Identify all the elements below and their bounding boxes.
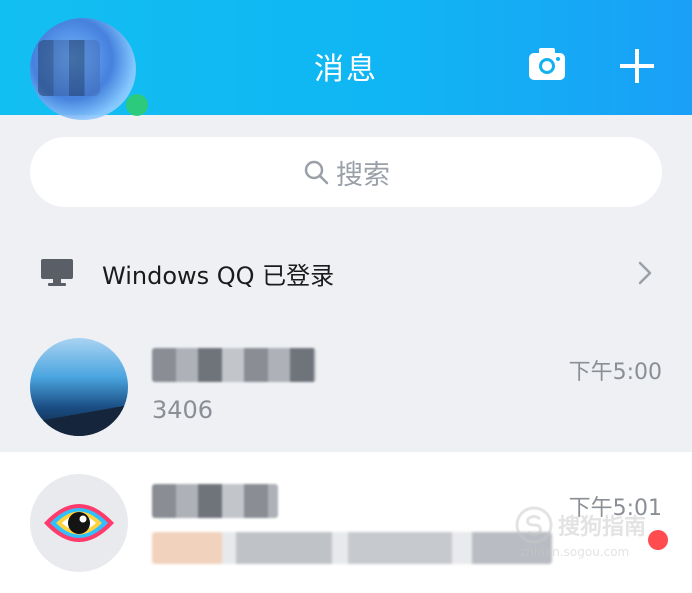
eye-logo-icon [44, 504, 114, 542]
unread-dot [648, 530, 668, 550]
chat-list-item[interactable]: 下午5:00 3406 [0, 316, 692, 452]
contact-name-blurred [152, 484, 278, 518]
contact-name-blurred [152, 348, 316, 382]
contact-avatar [30, 338, 128, 436]
page-title: 消息 [314, 52, 378, 87]
online-status-dot [126, 94, 148, 116]
camera-icon[interactable] [527, 44, 567, 84]
search-bar[interactable]: 搜索 [30, 137, 662, 207]
chat-list-item[interactable]: 下午5:01 [0, 452, 692, 593]
search-placeholder: 搜索 [336, 159, 390, 191]
plus-icon[interactable] [617, 46, 657, 86]
search-icon [304, 160, 329, 185]
chevron-right-icon [638, 261, 652, 285]
monitor-icon [41, 259, 73, 286]
device-login-label: Windows QQ 已登录 [102, 262, 335, 290]
message-preview: 3406 [152, 396, 214, 424]
message-preview-blurred [152, 532, 552, 564]
message-time: 下午5:00 [568, 360, 662, 385]
device-login-row[interactable]: Windows QQ 已登录 [0, 230, 692, 316]
contact-avatar [30, 474, 128, 572]
top-bar: 消息 [0, 0, 692, 120]
message-time: 下午5:01 [568, 496, 662, 521]
avatar-image [30, 402, 128, 436]
